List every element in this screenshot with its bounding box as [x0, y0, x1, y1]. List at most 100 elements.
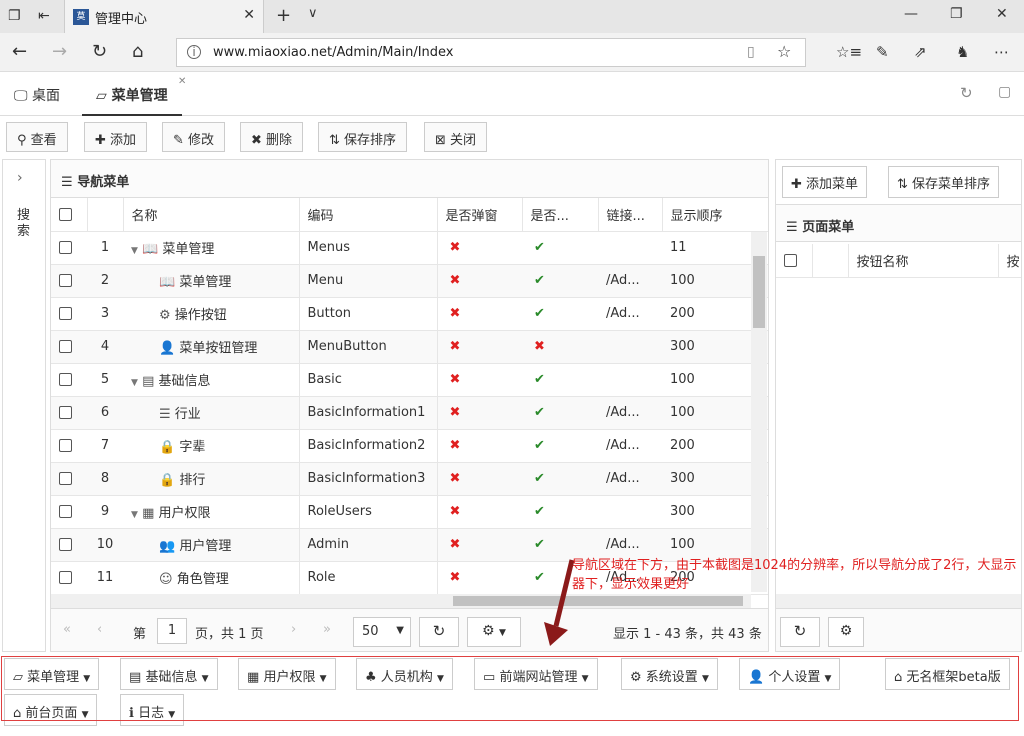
- refresh-icon[interactable]: ↻: [92, 41, 107, 62]
- expand-triangle-icon[interactable]: ▼: [131, 378, 138, 388]
- table-row[interactable]: 3 ⚙ 操作按钮 Button ✖ ✔/Ad... 200: [51, 297, 768, 331]
- search-panel-label[interactable]: 搜索: [17, 208, 33, 240]
- row-checkbox[interactable]: [59, 406, 72, 419]
- table-row[interactable]: 5 ▼ ▤ 基础信息 Basic ✖ ✔ 100: [51, 363, 768, 397]
- column-header-order[interactable]: 显示顺序: [662, 198, 768, 232]
- pager-settings-button[interactable]: ⚙ ▼: [467, 617, 521, 647]
- close-button[interactable]: ⊠ 关闭: [424, 122, 488, 152]
- set-aside-tabs-icon[interactable]: ⇤: [38, 8, 50, 24]
- reload-tab-icon[interactable]: ↻: [960, 84, 973, 102]
- table-row[interactable]: 8 🔒 排行 BasicInformation3 ✖ ✔/Ad... 300: [51, 462, 768, 496]
- column-header-button-name[interactable]: 按钮名称: [848, 244, 999, 278]
- share-icon[interactable]: ⇗: [914, 43, 927, 61]
- vertical-scrollbar[interactable]: [751, 232, 767, 592]
- tab-desktop[interactable]: 🖵 桌面: [0, 72, 74, 116]
- more-menu-icon[interactable]: ⋯: [994, 43, 1009, 61]
- url-field[interactable]: i www.miaoxiao.net/Admin/Main/Index ▯ ☆: [176, 38, 806, 67]
- add-page-menu-label: 添加菜单: [806, 177, 859, 192]
- page-menu-refresh-button[interactable]: ↻: [780, 617, 820, 647]
- column-header-link[interactable]: 链接...: [598, 198, 663, 232]
- row-checkbox[interactable]: [59, 373, 72, 386]
- site-info-icon[interactable]: i: [187, 45, 201, 59]
- expand-triangle-icon[interactable]: ▼: [131, 510, 138, 520]
- row-name: 菜单管理: [162, 242, 215, 257]
- horizontal-scrollbar-thumb[interactable]: [453, 596, 743, 606]
- table-row[interactable]: 1 ▼ 📖 菜单管理 Menus ✖ ✔ 11: [51, 231, 768, 265]
- check-icon: ✔: [534, 273, 545, 288]
- row-checkbox[interactable]: [59, 571, 72, 584]
- row-checkbox[interactable]: [59, 274, 72, 287]
- back-icon[interactable]: ←: [12, 41, 27, 62]
- new-tab-icon[interactable]: +: [276, 5, 291, 26]
- page-menu-hscrollbar[interactable]: [776, 594, 1021, 608]
- reading-view-icon[interactable]: ▯: [747, 44, 755, 60]
- favorites-hub-icon[interactable]: ☆≡: [836, 43, 862, 61]
- forward-icon[interactable]: →: [52, 41, 67, 62]
- maximize-tab-icon[interactable]: ▢: [998, 84, 1011, 100]
- home-icon[interactable]: ⌂: [132, 41, 143, 62]
- favorite-star-icon[interactable]: ☆: [777, 42, 791, 61]
- close-app-tab-icon[interactable]: ✕: [178, 76, 186, 87]
- plus-icon: ✚: [791, 177, 802, 192]
- row-name: 角色管理: [176, 572, 229, 587]
- expand-chevron-icon[interactable]: ›: [17, 170, 23, 186]
- column-header-enabled[interactable]: 是否...: [522, 198, 599, 232]
- tab-menu-management[interactable]: ▱ 菜单管理: [82, 72, 182, 116]
- next-page-icon[interactable]: ›: [291, 622, 296, 637]
- web-note-icon[interactable]: ✎: [876, 43, 889, 61]
- row-checkbox[interactable]: [59, 439, 72, 452]
- minimize-icon[interactable]: —: [904, 6, 918, 22]
- close-tab-icon[interactable]: ✕: [243, 7, 255, 23]
- save-page-menu-order-button[interactable]: ⇅ 保存菜单排序: [888, 166, 1000, 198]
- cross-icon: ✖: [449, 273, 461, 288]
- first-page-icon[interactable]: «: [63, 622, 71, 637]
- page-menu-settings-button[interactable]: ⚙: [828, 617, 864, 647]
- row-checkbox-cell: [51, 330, 87, 364]
- last-page-icon[interactable]: »: [323, 622, 331, 637]
- tab-actions-icon[interactable]: ❐: [8, 8, 21, 24]
- row-number: 11: [87, 561, 123, 595]
- tab-list-chevron-icon[interactable]: ∨: [308, 6, 318, 21]
- extension-icon[interactable]: ♞: [956, 43, 969, 61]
- delete-button[interactable]: ✖ 删除: [240, 122, 304, 152]
- cross-icon: ✖: [449, 372, 461, 387]
- page-number-input[interactable]: 1: [157, 618, 187, 644]
- table-row[interactable]: 6 ☰ 行业 BasicInformation1 ✖ ✔/Ad... 100: [51, 396, 768, 430]
- page-size-select[interactable]: 50 ▼: [353, 617, 411, 647]
- row-code: Admin: [298, 528, 437, 562]
- vertical-scrollbar-thumb[interactable]: [753, 256, 765, 328]
- row-checkbox[interactable]: [59, 472, 72, 485]
- column-header-code[interactable]: 编码: [299, 198, 438, 232]
- row-code: RoleUsers: [298, 495, 437, 529]
- column-header-popup[interactable]: 是否弹窗: [437, 198, 523, 232]
- row-checkbox[interactable]: [59, 340, 72, 353]
- row-checkbox[interactable]: [59, 505, 72, 518]
- expand-triangle-icon[interactable]: ▼: [131, 246, 138, 256]
- row-checkbox[interactable]: [59, 307, 72, 320]
- table-row[interactable]: 7 🔒 字辈 BasicInformation2 ✖ ✔/Ad... 200: [51, 429, 768, 463]
- restore-icon[interactable]: ❐: [950, 6, 963, 22]
- cross-icon: ✖: [449, 504, 461, 519]
- table-row[interactable]: 2 📖 菜单管理 Menu ✖ ✔/Ad... 100: [51, 264, 768, 298]
- horizontal-scrollbar[interactable]: [51, 594, 751, 608]
- prev-page-icon[interactable]: ‹: [97, 622, 102, 637]
- select-all-checkbox[interactable]: [59, 207, 72, 221]
- window-close-icon[interactable]: ✕: [996, 6, 1008, 22]
- add-button[interactable]: ✚ 添加: [84, 122, 148, 152]
- column-header-name[interactable]: 名称: [123, 198, 300, 232]
- edit-button[interactable]: ✎ 修改: [162, 122, 226, 152]
- save-order-button[interactable]: ⇅ 保存排序: [318, 122, 408, 152]
- sort-numeric-icon: ⇅: [897, 177, 908, 192]
- pager-refresh-button[interactable]: ↻: [419, 617, 459, 647]
- table-row[interactable]: 9 ▼ ▦ 用户权限 RoleUsers ✖ ✔ 300: [51, 495, 768, 529]
- add-page-menu-button[interactable]: ✚ 添加菜单: [782, 166, 868, 198]
- cross-icon: ✖: [534, 339, 545, 354]
- view-button[interactable]: ⚲ 查看: [6, 122, 68, 152]
- page-menu-select-all-checkbox[interactable]: [784, 253, 797, 267]
- row-link: /Ad...: [598, 264, 662, 298]
- row-checkbox[interactable]: [59, 241, 72, 254]
- browser-tab[interactable]: 莫 管理中心 ✕: [64, 0, 264, 33]
- table-row[interactable]: 4 👤 菜单按钮管理 MenuButton ✖ ✖ 300: [51, 330, 768, 364]
- column-header-button-extra[interactable]: 按: [998, 244, 1021, 278]
- row-checkbox[interactable]: [59, 538, 72, 551]
